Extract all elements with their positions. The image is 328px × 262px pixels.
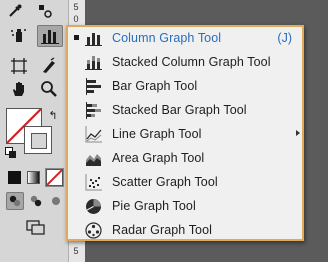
artboard-tool-icon[interactable] — [8, 55, 30, 77]
menu-item-stacked-column-graph-tool[interactable]: Stacked Column Graph Tool — [68, 51, 302, 75]
radar-graph-icon — [85, 222, 102, 239]
draw-inside-icon[interactable] — [47, 192, 65, 210]
menu-item-column-graph-tool[interactable]: Column Graph Tool (J) — [68, 27, 302, 51]
color-button[interactable] — [8, 171, 21, 184]
ruler-number: 5 — [73, 246, 79, 256]
menu-item-radar-graph-tool[interactable]: Radar Graph Tool — [68, 219, 302, 243]
none-button[interactable] — [45, 168, 64, 187]
menu-item-stacked-bar-graph-tool[interactable]: Stacked Bar Graph Tool — [68, 99, 302, 123]
menu-item-label: Bar Graph Tool — [112, 79, 198, 93]
ruler-number: 0 — [73, 14, 79, 24]
default-fill-stroke-icon[interactable] — [4, 146, 18, 160]
area-graph-icon — [86, 154, 101, 166]
draw-normal-icon[interactable] — [6, 192, 24, 210]
hand-tool-icon[interactable] — [8, 78, 30, 100]
selected-indicator-icon — [74, 35, 79, 40]
swap-fill-stroke-icon[interactable]: ↰ — [46, 108, 60, 122]
menu-item-label: Line Graph Tool — [112, 127, 202, 141]
menu-item-scatter-graph-tool[interactable]: Scatter Graph Tool — [68, 171, 302, 195]
menu-item-label: Pie Graph Tool — [112, 199, 196, 213]
menu-item-label: Stacked Column Graph Tool — [112, 55, 271, 69]
stacked-bar-graph-icon — [86, 102, 101, 119]
menu-item-label: Scatter Graph Tool — [112, 175, 218, 189]
ruler-number: 5 — [73, 2, 79, 12]
menu-item-bar-graph-tool[interactable]: Bar Graph Tool — [68, 75, 302, 99]
draw-behind-icon[interactable] — [27, 192, 45, 210]
menu-item-label: Column Graph Tool — [112, 31, 222, 45]
column-graph-icon — [85, 33, 102, 46]
line-graph-icon — [85, 126, 102, 143]
gradient-button[interactable] — [27, 171, 40, 184]
pie-graph-icon — [86, 199, 101, 214]
graph-tools-flyout-menu: Column Graph Tool (J) Stacked Column Gra… — [66, 25, 304, 241]
tearoff-arrow-icon[interactable] — [296, 130, 300, 136]
symbol-sprayer-tool-icon[interactable] — [8, 25, 30, 47]
column-graph-tool-icon[interactable] — [37, 25, 63, 47]
bar-graph-icon — [86, 78, 101, 95]
eyedropper-tool-icon[interactable] — [4, 0, 26, 22]
zoom-tool-icon[interactable] — [38, 78, 60, 100]
tools-panel: ↰ — [0, 0, 68, 262]
menu-item-area-graph-tool[interactable]: Area Graph Tool — [68, 147, 302, 171]
menu-item-pie-graph-tool[interactable]: Pie Graph Tool — [68, 195, 302, 219]
menu-item-line-graph-tool[interactable]: Line Graph Tool — [68, 123, 302, 147]
menu-item-label: Stacked Bar Graph Tool — [112, 103, 247, 117]
stacked-column-graph-icon — [85, 56, 102, 70]
menu-item-label: Radar Graph Tool — [112, 223, 213, 237]
blend-tool-icon[interactable] — [34, 0, 56, 22]
menu-item-label: Area Graph Tool — [112, 151, 205, 165]
stroke-swatch[interactable] — [24, 126, 52, 154]
screen-mode-icon[interactable] — [24, 218, 48, 238]
slice-tool-icon[interactable] — [38, 55, 60, 77]
menu-item-shortcut: (J) — [277, 31, 292, 45]
scatter-graph-icon — [85, 174, 102, 191]
